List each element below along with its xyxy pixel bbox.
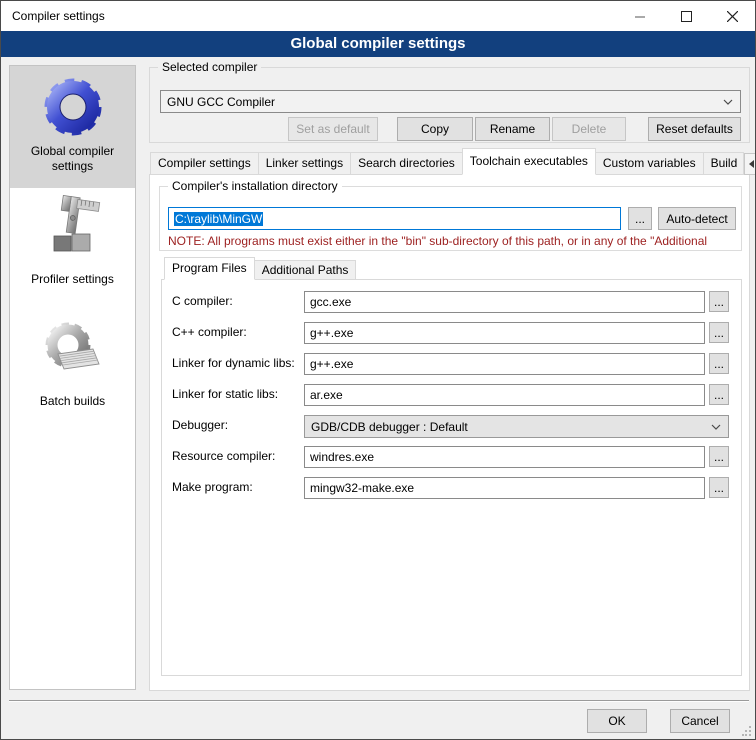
installation-directory-group-label: Compiler's installation directory — [168, 179, 342, 193]
c-compiler-value: gcc.exe — [310, 295, 351, 309]
compiler-select-value: GNU GCC Compiler — [167, 95, 275, 109]
sidebar-item-label: Batch builds — [19, 394, 127, 409]
compiler-select[interactable]: GNU GCC Compiler — [160, 90, 741, 113]
tab-scroll-left-button[interactable] — [744, 153, 756, 175]
settings-sidebar: Global compiler settings — [9, 65, 136, 690]
maximize-button[interactable] — [663, 1, 709, 31]
sidebar-item-label: Profiler settings — [19, 272, 127, 287]
cpp-compiler-value: g++.exe — [310, 326, 353, 340]
footer-divider — [9, 700, 749, 702]
auto-detect-button[interactable]: Auto-detect — [658, 207, 736, 230]
caliper-icon — [41, 194, 105, 258]
minimize-button[interactable] — [617, 1, 663, 31]
tab-build-options[interactable]: Build — [703, 152, 744, 175]
copy-button[interactable]: Copy — [397, 117, 473, 141]
window-title: Compiler settings — [12, 9, 105, 23]
settings-tabstrip: Compiler settings Linker settings Search… — [150, 151, 756, 175]
resource-compiler-input[interactable]: windres.exe — [304, 446, 705, 468]
reset-defaults-button[interactable]: Reset defaults — [648, 117, 741, 141]
batch-builds-icon — [41, 318, 105, 382]
installation-directory-group: Compiler's installation directory C:\ray… — [159, 186, 742, 251]
arrow-left-icon — [749, 160, 754, 168]
resource-compiler-browse-button[interactable]: ... — [709, 446, 729, 467]
tab-linker-settings[interactable]: Linker settings — [258, 152, 351, 175]
c-compiler-input[interactable]: gcc.exe — [304, 291, 705, 313]
resize-grip[interactable] — [742, 726, 752, 736]
linker-static-input[interactable]: ar.exe — [304, 384, 705, 406]
sidebar-item-profiler-settings[interactable]: Profiler settings — [10, 188, 135, 300]
page-title: Global compiler settings — [1, 31, 755, 57]
close-button[interactable] — [709, 1, 755, 31]
programs-tabstrip: Program Files Additional Paths — [164, 257, 355, 280]
tab-program-files[interactable]: Program Files — [164, 257, 255, 280]
tab-custom-variables[interactable]: Custom variables — [595, 152, 704, 175]
tab-search-directories[interactable]: Search directories — [350, 152, 463, 175]
c-compiler-browse-button[interactable]: ... — [709, 291, 729, 312]
linker-dynamic-input[interactable]: g++.exe — [304, 353, 705, 375]
maximize-icon — [681, 11, 692, 22]
cancel-button[interactable]: Cancel — [670, 709, 730, 733]
bin-subdirectory-note: NOTE: All programs must exist either in … — [168, 234, 740, 248]
make-program-input[interactable]: mingw32-make.exe — [304, 477, 705, 499]
sidebar-item-label: Global compiler settings — [19, 144, 127, 174]
debugger-value: GDB/CDB debugger : Default — [311, 420, 468, 434]
installation-directory-input[interactable]: C:\raylib\MinGW — [168, 207, 621, 230]
sidebar-item-batch-builds[interactable]: Batch builds — [10, 300, 135, 420]
linker-dynamic-label: Linker for dynamic libs: — [172, 356, 295, 370]
tab-compiler-settings[interactable]: Compiler settings — [150, 152, 259, 175]
resource-compiler-value: windres.exe — [310, 450, 374, 464]
toolchain-executables-page: Compiler's installation directory C:\ray… — [149, 174, 750, 691]
installation-directory-browse-button[interactable]: ... — [628, 207, 652, 230]
linker-static-browse-button[interactable]: ... — [709, 384, 729, 405]
linker-dynamic-value: g++.exe — [310, 357, 353, 371]
selected-compiler-group: Selected compiler GNU GCC Compiler Set a… — [149, 67, 750, 143]
make-program-browse-button[interactable]: ... — [709, 477, 729, 498]
tab-toolchain-executables[interactable]: Toolchain executables — [462, 148, 596, 175]
set-as-default-button[interactable]: Set as default — [288, 117, 378, 141]
tab-additional-paths[interactable]: Additional Paths — [254, 260, 357, 280]
c-compiler-label: C compiler: — [172, 294, 233, 308]
program-files-page: C compiler: gcc.exe ... C++ compiler: g+… — [161, 279, 742, 676]
minimize-icon — [635, 11, 646, 22]
selected-compiler-group-label: Selected compiler — [158, 60, 261, 74]
make-program-value: mingw32-make.exe — [310, 481, 414, 495]
chevron-down-icon — [723, 99, 733, 105]
cpp-compiler-input[interactable]: g++.exe — [304, 322, 705, 344]
cpp-compiler-browse-button[interactable]: ... — [709, 322, 729, 343]
close-icon — [727, 11, 738, 22]
debugger-label: Debugger: — [172, 418, 228, 432]
linker-static-value: ar.exe — [310, 388, 343, 402]
ok-button[interactable]: OK — [587, 709, 647, 733]
blue-gear-icon — [41, 74, 105, 138]
resource-compiler-label: Resource compiler: — [172, 449, 275, 463]
delete-button[interactable]: Delete — [552, 117, 626, 141]
linker-static-label: Linker for static libs: — [172, 387, 278, 401]
linker-dynamic-browse-button[interactable]: ... — [709, 353, 729, 374]
cpp-compiler-label: C++ compiler: — [172, 325, 247, 339]
debugger-select[interactable]: GDB/CDB debugger : Default — [304, 415, 729, 438]
sidebar-item-global-compiler-settings[interactable]: Global compiler settings — [10, 66, 135, 188]
installation-directory-value: C:\raylib\MinGW — [174, 212, 263, 226]
compiler-settings-dialog: Compiler settings Global compiler settin… — [0, 0, 756, 740]
make-program-label: Make program: — [172, 480, 253, 494]
chevron-down-icon — [711, 424, 721, 430]
titlebar[interactable]: Compiler settings — [1, 1, 755, 31]
rename-button[interactable]: Rename — [475, 117, 550, 141]
